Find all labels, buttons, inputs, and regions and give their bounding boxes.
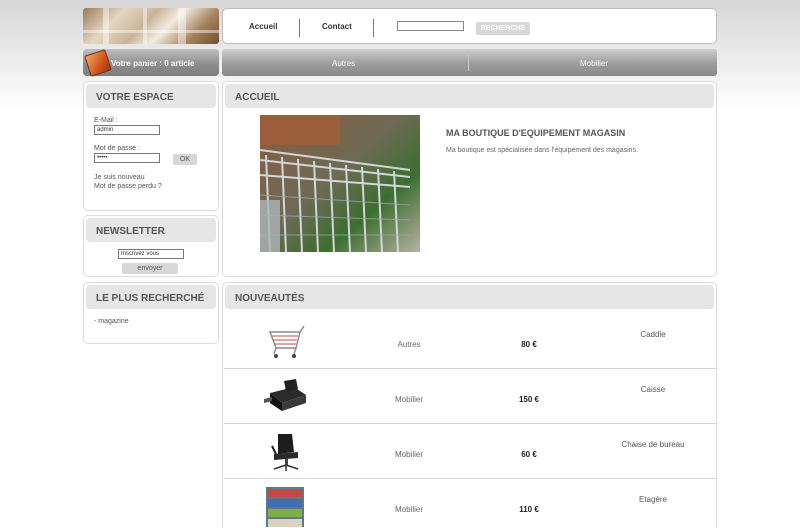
nav-accueil-link[interactable]: Accueil: [249, 22, 277, 31]
product-name[interactable]: Caisse: [584, 385, 722, 394]
password-field[interactable]: •••••: [94, 153, 160, 163]
home-box: ACCUEIL MA BOUTIQUE D'EQUIPEMENT MAGASIN…: [222, 81, 717, 277]
category-separator: [468, 54, 469, 71]
new-user-link[interactable]: Je suis nouveau: [94, 174, 145, 181]
category-mobilier-link[interactable]: Mobilier: [580, 59, 608, 68]
new-products-header: NOUVEAUTÉS: [225, 285, 714, 309]
nav-contact-link[interactable]: Contact: [322, 22, 352, 31]
product-row[interactable]: Mobilier 150 € Caisse: [224, 370, 716, 424]
email-field[interactable]: admin: [94, 125, 160, 135]
product-name[interactable]: Caddie: [584, 330, 722, 339]
home-heading: MA BOUTIQUE D'EQUIPEMENT MAGASIN: [446, 128, 626, 138]
account-box-header: VOTRE ESPACE: [86, 84, 216, 108]
newsletter-box: NEWSLETTER Inscrivez vous envoyer: [83, 215, 219, 277]
popular-box-title: LE PLUS RECHERCHÉ: [96, 293, 205, 304]
logo-photo[interactable]: [83, 8, 219, 44]
product-price: 80 €: [521, 340, 537, 349]
product-price: 110 €: [519, 505, 539, 514]
product-name[interactable]: Chaise de bureau: [584, 440, 722, 449]
product-row[interactable]: Mobilier 60 € Chaise de bureau: [224, 425, 716, 479]
popular-box-header: LE PLUS RECHERCHÉ: [86, 285, 216, 309]
product-category: Mobilier: [394, 505, 423, 514]
search-button[interactable]: RECHERCHE: [476, 22, 530, 35]
newsletter-box-header: NEWSLETTER: [86, 218, 216, 242]
nav-separator: [299, 19, 300, 37]
home-description: Ma boutique est spécialisée dans l'équip…: [446, 147, 639, 154]
product-name[interactable]: Etagère: [584, 495, 722, 504]
cart-box-icon: [84, 49, 112, 77]
new-products-title: NOUVEAUTÉS: [235, 293, 305, 304]
product-price: 150 €: [518, 395, 540, 404]
account-box-title: VOTRE ESPACE: [96, 92, 174, 103]
category-bar: Autres Mobilier: [222, 49, 717, 76]
login-ok-button[interactable]: OK: [173, 154, 197, 165]
forgot-password-link[interactable]: Mot de passe perdu ?: [94, 183, 162, 190]
home-box-header: ACCUEIL: [225, 84, 714, 108]
office-chair-icon: [271, 434, 299, 471]
product-category: Mobilier: [394, 450, 423, 459]
top-navigation-bar: Accueil Contact RECHERCHE: [222, 8, 717, 44]
newsletter-box-title: NEWSLETTER: [96, 226, 165, 237]
product-category: Mobilier: [394, 395, 423, 404]
product-row[interactable]: Autres 80 € Caddie: [224, 315, 716, 369]
cash-register-icon: [264, 379, 306, 411]
search-input[interactable]: [397, 21, 464, 31]
email-label: E-Mail :: [94, 117, 118, 124]
cart-summary: Votre panier : 0 article: [111, 59, 195, 68]
cart-bar[interactable]: Votre panier : 0 article: [83, 49, 219, 77]
category-autres-link[interactable]: Autres: [332, 59, 355, 68]
account-box: VOTRE ESPACE E-Mail : admin Mot de passe…: [83, 81, 219, 211]
shopping-cart-icon: [268, 325, 305, 358]
newsletter-send-button[interactable]: envoyer: [122, 263, 178, 274]
password-label: Mot de passe :: [94, 145, 140, 152]
product-row[interactable]: Mobilier 110 € Etagère: [224, 480, 716, 528]
product-price: 60 €: [521, 450, 537, 459]
home-box-title: ACCUEIL: [235, 92, 280, 103]
shopping-carts-photo: [260, 115, 420, 252]
shelf-icon: [266, 487, 304, 527]
popular-searches-box: LE PLUS RECHERCHÉ - magazine: [83, 282, 219, 344]
newsletter-email-input[interactable]: Inscrivez vous: [118, 249, 184, 259]
popular-item-link[interactable]: - magazine: [94, 318, 129, 325]
product-category: Autres: [397, 340, 421, 349]
nav-separator: [373, 19, 374, 37]
